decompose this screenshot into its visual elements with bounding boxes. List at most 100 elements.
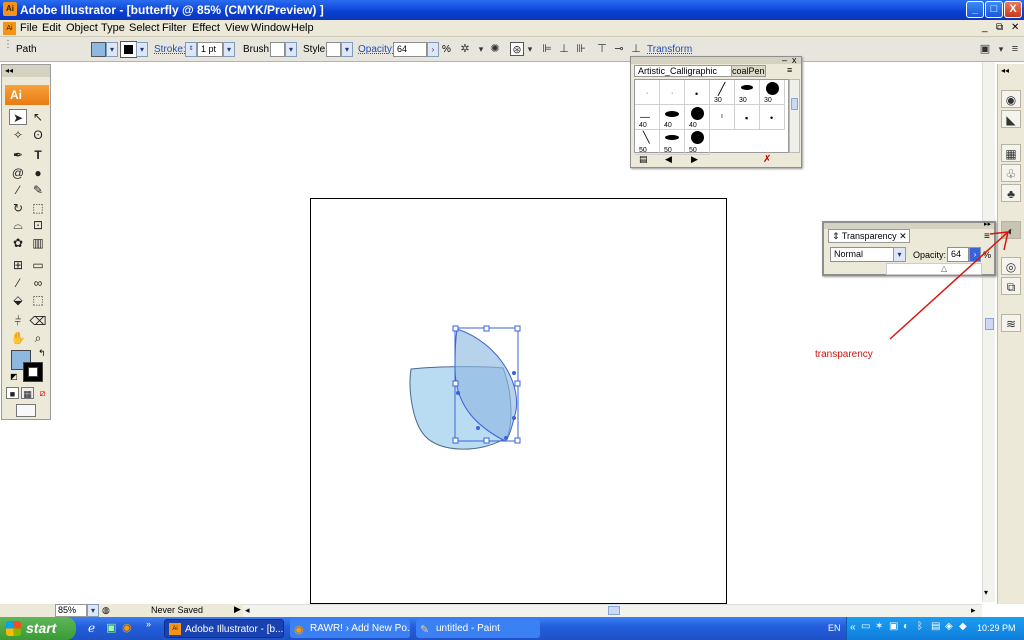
stroke-stepper-icon[interactable]: ⇕ bbox=[185, 42, 197, 57]
tray-bluetooth-icon[interactable]: ᛒ bbox=[917, 621, 923, 632]
mesh-tool-icon[interactable]: ⊞ bbox=[9, 257, 27, 273]
tray-clock[interactable]: 10:29 PM bbox=[977, 623, 1016, 633]
maximize-button[interactable]: □ bbox=[985, 1, 1003, 18]
status-menu-icon[interactable]: ▶ bbox=[234, 604, 241, 615]
swatches-panel-icon[interactable]: ▦ bbox=[1001, 144, 1021, 162]
style-dropdown-icon[interactable]: ▾ bbox=[341, 42, 353, 57]
dock-expand-icon[interactable]: ◂◂ bbox=[1001, 66, 1009, 75]
align-bottom-icon[interactable]: ⊥ bbox=[629, 42, 643, 56]
blend-tool-icon[interactable]: ∞ bbox=[29, 275, 47, 291]
document-setup-dropdown-icon[interactable]: ▾ bbox=[994, 42, 1008, 56]
align-top-icon[interactable]: ⊤ bbox=[595, 42, 609, 56]
fill-color-swatch[interactable] bbox=[91, 42, 106, 57]
menu-effect[interactable]: Effect bbox=[192, 22, 220, 34]
menu-help[interactable]: Help bbox=[291, 22, 314, 34]
stroke-color-swatch[interactable] bbox=[120, 41, 137, 58]
opacity-slider-icon[interactable]: › bbox=[427, 42, 439, 57]
brush-cell[interactable]: ▪ bbox=[735, 105, 760, 130]
default-colors-icon[interactable]: ◩ bbox=[10, 372, 18, 381]
language-indicator[interactable]: EN bbox=[828, 623, 841, 633]
magic-wand-tool-icon[interactable]: ✧ bbox=[9, 127, 27, 143]
free-transform-tool-icon[interactable]: ⊡ bbox=[29, 217, 47, 233]
rotate-tool-icon[interactable]: ↻ bbox=[9, 200, 27, 216]
tray-network-icon[interactable]: ▭ bbox=[861, 621, 870, 632]
menu-window[interactable]: Window bbox=[251, 22, 290, 34]
doc-restore-icon[interactable]: ⧉ bbox=[996, 22, 1003, 33]
menu-type[interactable]: Type bbox=[101, 22, 125, 34]
stroke-dropdown-icon[interactable]: ▾ bbox=[136, 42, 148, 57]
scale-tool-icon[interactable]: ⬚ bbox=[29, 200, 47, 216]
hand-tool-icon[interactable]: ✋ bbox=[9, 330, 27, 346]
slice-tool-icon[interactable]: ⫩ bbox=[9, 313, 27, 329]
recolor-dropdown-icon[interactable]: ▾ bbox=[474, 42, 488, 56]
doc-close-icon[interactable]: ✕ bbox=[1011, 22, 1019, 33]
fill-dropdown-icon[interactable]: ▾ bbox=[106, 42, 118, 57]
previous-library-icon[interactable]: ◀ bbox=[665, 154, 672, 165]
brushes-minimize-icon[interactable]: – bbox=[782, 55, 787, 65]
brush-cell[interactable]: · bbox=[635, 80, 660, 105]
swap-fill-stroke-icon[interactable]: ↰ bbox=[38, 348, 46, 359]
brush-cell[interactable]: 40 bbox=[685, 105, 710, 130]
quicklaunch-firefox-icon[interactable]: ◉ bbox=[122, 621, 132, 634]
gradient-mode-icon[interactable]: ▦ bbox=[21, 387, 34, 399]
live-trace-icon[interactable]: ⊛ bbox=[510, 42, 524, 56]
doc-minimize-icon[interactable]: _ bbox=[982, 22, 988, 33]
symbols-panel-icon[interactable]: ♣ bbox=[1001, 184, 1021, 202]
brush-dropdown-icon[interactable]: ▾ bbox=[285, 42, 297, 57]
brush-cell[interactable]: 40 bbox=[660, 105, 685, 130]
gear-icon[interactable]: ✺ bbox=[488, 42, 502, 56]
brushes-panel-titlebar[interactable] bbox=[631, 57, 801, 64]
brush-cell[interactable]: • bbox=[760, 105, 785, 130]
none-mode-icon[interactable]: ⧄ bbox=[36, 387, 49, 399]
tray-back-icon[interactable]: « bbox=[850, 622, 856, 633]
scroll-left-icon[interactable]: ◂ bbox=[245, 605, 250, 616]
transform-link[interactable]: Transform bbox=[647, 44, 692, 55]
zoom-input[interactable]: 85% bbox=[55, 604, 87, 617]
warp-tool-icon[interactable]: ⌓ bbox=[9, 217, 27, 233]
butterfly-artwork[interactable] bbox=[400, 318, 530, 458]
menu-filter[interactable]: Filter bbox=[162, 22, 186, 34]
brush-cell[interactable]: ╱ 30 bbox=[710, 80, 735, 105]
color-mode-icon[interactable]: ■ bbox=[6, 387, 19, 399]
panel-menu-icon[interactable]: ≡ bbox=[1008, 42, 1022, 56]
brush-cell[interactable]: ╲ 50 bbox=[635, 130, 660, 155]
scroll-right-icon[interactable]: ▸ bbox=[971, 605, 976, 616]
tools-collapse-icon[interactable]: ◂◂ bbox=[2, 65, 50, 77]
menu-object[interactable]: Object bbox=[66, 22, 98, 34]
brush-cell[interactable]: • bbox=[685, 80, 710, 105]
screen-mode-icon[interactable] bbox=[16, 404, 36, 417]
taskbar-item-illustrator[interactable]: Ai Adobe Illustrator - [b... bbox=[164, 619, 284, 638]
opacity-input[interactable]: 64 bbox=[393, 42, 427, 57]
live-trace-dropdown-icon[interactable]: ▾ bbox=[523, 42, 537, 56]
horizontal-scroll-thumb[interactable] bbox=[608, 606, 620, 615]
live-paint-selection-icon[interactable]: ⬚ bbox=[29, 292, 47, 308]
quicklaunch-more-icon[interactable]: » bbox=[146, 619, 151, 629]
brushes-scrollbar[interactable] bbox=[789, 79, 800, 153]
tray-shield-icon[interactable]: ◈ bbox=[945, 621, 953, 632]
version-cue-icon[interactable]: ◍ bbox=[102, 605, 110, 616]
menu-select[interactable]: Select bbox=[129, 22, 160, 34]
zoom-dropdown-icon[interactable]: ▾ bbox=[87, 604, 99, 617]
tray-monitor-icon[interactable]: ▣ bbox=[889, 621, 898, 632]
tray-volume-icon[interactable]: ◐ bbox=[903, 621, 909, 632]
document-setup-icon[interactable]: ▣ bbox=[978, 42, 992, 56]
brush-cell[interactable]: 30 bbox=[735, 80, 760, 105]
align-center-icon[interactable]: ⊥ bbox=[557, 42, 571, 56]
menu-view[interactable]: View bbox=[225, 22, 249, 34]
selection-tool-icon[interactable]: ➤ bbox=[9, 109, 27, 125]
menu-file[interactable]: File bbox=[20, 22, 38, 34]
brushes-menu-icon[interactable]: ≡ bbox=[787, 65, 792, 75]
stroke-weight-dropdown-icon[interactable]: ▾ bbox=[223, 42, 235, 57]
tray-star-icon[interactable]: ✶ bbox=[875, 621, 883, 632]
align-right-icon[interactable]: ⊪ bbox=[574, 42, 588, 56]
align-middle-icon[interactable]: ⊸ bbox=[612, 42, 626, 56]
remove-brush-icon[interactable]: ✗ bbox=[763, 154, 771, 165]
minimize-button[interactable]: _ bbox=[966, 1, 984, 18]
tray-security-icon[interactable]: ◆ bbox=[959, 621, 967, 632]
taskbar-item-paint[interactable]: ✎ untitled - Paint bbox=[416, 619, 540, 638]
brush-swatch[interactable] bbox=[270, 42, 285, 57]
symbol-sprayer-tool-icon[interactable]: ✿ bbox=[9, 235, 27, 251]
brush-cell[interactable]: ı bbox=[710, 105, 735, 130]
ellipse-tool-icon[interactable]: ● bbox=[29, 165, 47, 181]
style-swatch[interactable] bbox=[326, 42, 341, 57]
